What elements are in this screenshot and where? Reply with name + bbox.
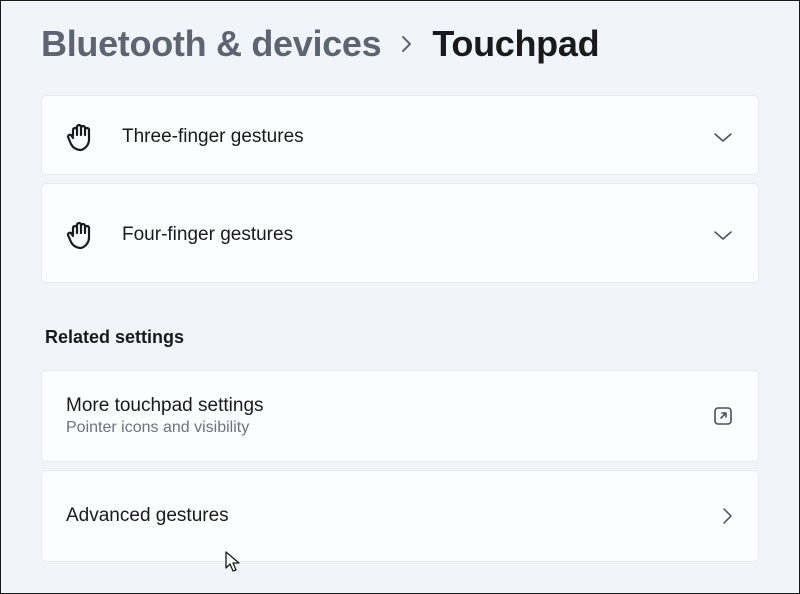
more-touchpad-settings-subtitle: Pointer icons and visibility bbox=[66, 419, 712, 437]
advanced-gestures-row[interactable]: Advanced gestures bbox=[41, 470, 759, 562]
more-touchpad-settings-row[interactable]: More touchpad settings Pointer icons and… bbox=[41, 370, 759, 462]
breadcrumb: Bluetooth & devices Touchpad bbox=[41, 1, 759, 95]
four-finger-gestures-row[interactable]: Four-finger gestures bbox=[41, 183, 759, 283]
advanced-gestures-title: Advanced gestures bbox=[66, 505, 720, 527]
hand-icon bbox=[66, 220, 94, 250]
external-link-icon bbox=[712, 405, 734, 427]
three-finger-gestures-label: Three-finger gestures bbox=[122, 126, 684, 148]
three-finger-gestures-row[interactable]: Three-finger gestures bbox=[41, 95, 759, 175]
chevron-right-icon bbox=[399, 33, 414, 55]
more-touchpad-settings-title: More touchpad settings bbox=[66, 395, 712, 417]
breadcrumb-parent[interactable]: Bluetooth & devices bbox=[41, 23, 381, 65]
four-finger-gestures-label: Four-finger gestures bbox=[122, 224, 684, 246]
hand-icon bbox=[66, 122, 94, 152]
breadcrumb-current: Touchpad bbox=[432, 23, 599, 65]
chevron-down-icon bbox=[712, 228, 734, 242]
related-settings-heading: Related settings bbox=[41, 291, 759, 370]
chevron-right-icon bbox=[720, 505, 734, 527]
chevron-down-icon bbox=[712, 130, 734, 144]
